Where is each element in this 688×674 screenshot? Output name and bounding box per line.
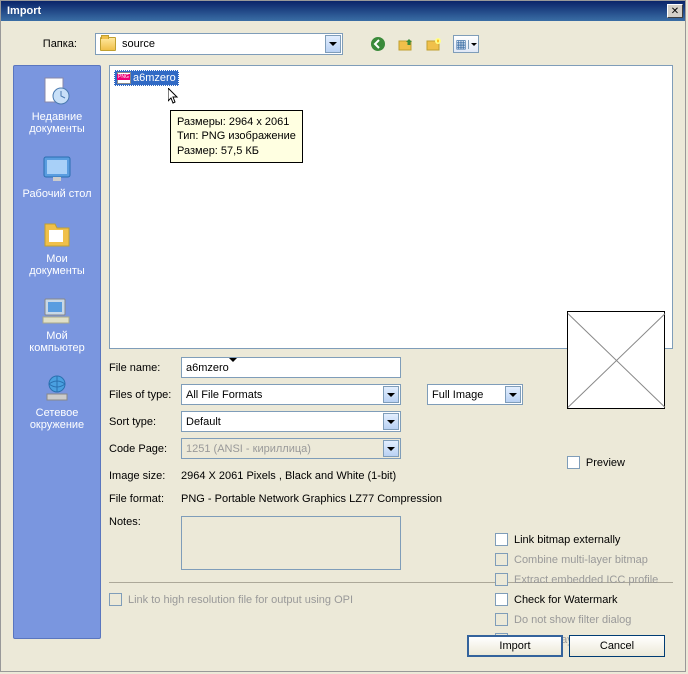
chevron-down-icon[interactable]	[505, 386, 521, 403]
chevron-down-icon[interactable]	[383, 386, 399, 403]
file-tooltip: Размеры: 2964 x 2061 Тип: PNG изображени…	[170, 110, 303, 163]
filetype-select[interactable]: All File Formats	[181, 384, 401, 405]
sorttype-select[interactable]: Default	[181, 411, 401, 432]
tooltip-dimensions: Размеры: 2964 x 2061	[177, 115, 296, 129]
chevron-down-icon[interactable]	[229, 362, 237, 374]
view-menu-button[interactable]: ▦	[453, 35, 479, 53]
back-button[interactable]	[369, 35, 387, 53]
titlebar: Import ✕	[1, 1, 685, 21]
grid-icon: ▦	[454, 37, 468, 51]
filename-label: File name:	[109, 362, 173, 374]
opi-label: Link to high resolution file for output …	[128, 594, 353, 606]
codepage-label: Code Page:	[109, 443, 173, 455]
preview-label: Preview	[586, 457, 625, 469]
folder-icon	[100, 37, 116, 51]
filetype-label: Files of type:	[109, 389, 173, 401]
sidebar-item-mycomputer[interactable]: Мой компьютер	[18, 295, 96, 354]
file-list[interactable]: a6mzero Размеры: 2964 x 2061 Тип: PNG из…	[109, 65, 673, 349]
computer-icon	[41, 295, 73, 327]
sidebar-item-recent[interactable]: Недавние документы	[18, 76, 96, 135]
import-button[interactable]: Import	[467, 635, 563, 657]
png-file-icon	[117, 72, 131, 84]
no-filter-checkbox	[495, 613, 508, 626]
imagesize-value: 2964 X 2061 Pixels , Black and White (1-…	[181, 470, 396, 482]
new-folder-button[interactable]	[425, 35, 443, 53]
sidebar-label: Мой компьютер	[18, 330, 96, 354]
network-icon	[41, 372, 73, 404]
extract-icc-label: Extract embedded ICC profile	[514, 574, 658, 586]
desktop-icon	[41, 153, 73, 185]
combine-checkbox	[495, 553, 508, 566]
imagesize-label: Image size:	[109, 470, 173, 482]
chevron-down-icon[interactable]	[468, 40, 478, 49]
sidebar-label: Рабочий стол	[22, 188, 91, 200]
fileformat-value: PNG - Portable Network Graphics LZ77 Com…	[181, 493, 442, 505]
tooltip-type: Тип: PNG изображение	[177, 129, 296, 143]
crop-mode-select[interactable]: Full Image	[427, 384, 523, 405]
sidebar-item-mydocs[interactable]: Мои документы	[18, 218, 96, 277]
file-item-selected[interactable]: a6mzero	[114, 70, 179, 86]
chevron-down-icon[interactable]	[383, 413, 399, 430]
sidebar-label: Недавние документы	[18, 111, 96, 135]
codepage-select: 1251 (ANSI - кириллица)	[181, 438, 401, 459]
preview-thumbnail	[567, 311, 665, 409]
link-external-checkbox[interactable]	[495, 533, 508, 546]
chevron-down-icon	[383, 440, 399, 457]
mydocs-icon	[41, 218, 73, 250]
watermark-checkbox[interactable]	[495, 593, 508, 606]
notes-label: Notes:	[109, 516, 173, 570]
recent-docs-icon	[41, 76, 73, 108]
folder-label: Папка:	[13, 38, 89, 50]
places-sidebar: Недавние документы Рабочий стол Мои доку…	[13, 65, 101, 639]
cursor-icon	[168, 88, 180, 106]
sidebar-item-network[interactable]: Сетевое окружение	[18, 372, 96, 431]
no-filter-label: Do not show filter dialog	[514, 614, 631, 626]
chevron-down-icon[interactable]	[325, 35, 341, 53]
file-item-name: a6mzero	[133, 72, 176, 84]
link-external-label: Link bitmap externally	[514, 534, 620, 546]
import-dialog: Import ✕ Папка: source ▦	[0, 0, 686, 672]
cancel-button[interactable]: Cancel	[569, 635, 665, 657]
sorttype-label: Sort type:	[109, 416, 173, 428]
fileformat-label: File format:	[109, 493, 173, 505]
opi-checkbox	[109, 593, 122, 606]
close-button[interactable]: ✕	[667, 4, 683, 18]
window-title: Import	[7, 5, 41, 17]
filename-input[interactable]: a6mzero	[181, 357, 401, 378]
extract-icc-checkbox	[495, 573, 508, 586]
folder-name: source	[122, 38, 155, 50]
sidebar-label: Мои документы	[18, 253, 96, 277]
sidebar-item-desktop[interactable]: Рабочий стол	[18, 153, 96, 200]
up-folder-button[interactable]	[397, 35, 415, 53]
watermark-label: Check for Watermark	[514, 594, 618, 606]
notes-textarea	[181, 516, 401, 570]
folder-dropdown[interactable]: source	[95, 33, 343, 55]
preview-checkbox[interactable]	[567, 456, 580, 469]
sidebar-label: Сетевое окружение	[18, 407, 96, 431]
tooltip-size: Размер: 57,5 КБ	[177, 144, 296, 158]
combine-label: Combine multi-layer bitmap	[514, 554, 648, 566]
